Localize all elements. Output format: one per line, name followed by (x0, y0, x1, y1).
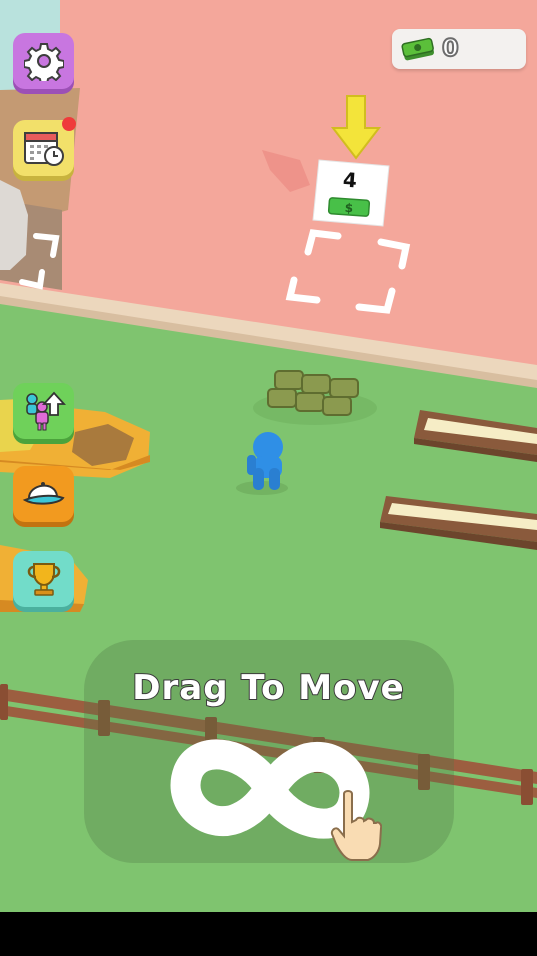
calendar-clock-icon (23, 132, 64, 166)
worker-upgrade-icon (25, 391, 66, 431)
trough-lower (380, 496, 537, 550)
settings-button[interactable] (13, 33, 74, 89)
cash-stack-icon (401, 37, 434, 61)
down-arrow-icon (330, 95, 382, 160)
trough-upper (414, 410, 537, 462)
svg-text:$: $ (344, 201, 353, 216)
cap-shop-button[interactable] (13, 466, 74, 522)
notification-dot (62, 117, 76, 131)
game-viewport[interactable]: 0 4 $ Drag To Move (0, 0, 537, 912)
build-spot-price-card[interactable]: 4 $ (311, 158, 391, 228)
staff-upgrade-button[interactable] (13, 383, 74, 439)
trophy-icon (27, 563, 60, 596)
pointing-hand-icon (330, 790, 382, 861)
calendar-button[interactable] (13, 117, 76, 176)
gear-icon (23, 43, 64, 81)
cash-amount: 0 (441, 33, 460, 63)
tutorial-label: Drag To Move (131, 667, 405, 709)
dollar-bill-icon: $ (327, 197, 371, 217)
leaderboard-button[interactable] (13, 551, 74, 607)
cap-icon (22, 482, 65, 505)
cash-counter: 0 (392, 29, 526, 69)
build-cost: 4 (342, 167, 358, 193)
player-character (236, 432, 288, 495)
